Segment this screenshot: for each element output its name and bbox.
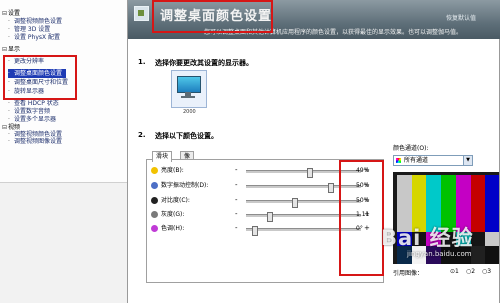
- step-1-number: 1.: [138, 58, 146, 66]
- display-settings-icon: [134, 6, 149, 21]
- slider-thumb[interactable]: [252, 226, 259, 236]
- slider-label: 色调(H):: [161, 225, 185, 232]
- monitor-base: [181, 96, 195, 98]
- baidu-watermark-url: jingyan.baidu.com: [407, 250, 472, 258]
- monitor-icon: [177, 76, 201, 93]
- decrease-button[interactable]: -: [235, 210, 238, 219]
- sidebar-item-label: 设置多个显示器: [14, 116, 57, 123]
- display-name: 2000: [183, 109, 196, 115]
- sidebar-item-label: 查看 HDCP 状态: [14, 100, 59, 107]
- sidebar-item-label: 设置 PhysX 配置: [14, 34, 61, 41]
- reference-option-1-label: 1: [455, 268, 459, 275]
- sidebar-item[interactable]: · 调整视频图像设置: [8, 137, 62, 146]
- sidebar-item-label: 调整视频图像设置: [14, 138, 63, 145]
- all-channels-icon: [396, 158, 401, 163]
- sidebar-empty-area: [0, 182, 127, 303]
- decrease-button[interactable]: -: [235, 166, 238, 175]
- reference-option-1[interactable]: ⊙1: [450, 268, 459, 275]
- tab-sliders[interactable]: 滑块: [152, 151, 173, 162]
- slider-label: 亮度(B):: [161, 167, 184, 174]
- color-channel-value: 所有通道: [404, 157, 429, 164]
- decrease-button[interactable]: -: [235, 181, 238, 190]
- contrast-icon: [151, 197, 158, 204]
- reference-option-2-label: 2: [471, 268, 476, 275]
- slider-label: 数字振动控制(D):: [161, 182, 209, 189]
- step-2-title: 选择以下颜色设置。: [155, 132, 218, 140]
- vibrance-icon: [151, 182, 158, 189]
- sidebar-item-label: 设置: [8, 10, 21, 17]
- restore-defaults-link[interactable]: 恢复默认值: [446, 13, 476, 22]
- chevron-down-icon[interactable]: ▼: [463, 156, 472, 165]
- decrease-button[interactable]: -: [235, 196, 238, 205]
- slider-thumb[interactable]: [267, 212, 273, 222]
- values-highlight-box: [339, 160, 384, 276]
- reference-image-label: 引用图像：: [393, 270, 424, 277]
- reference-option-3-label: 3: [487, 268, 492, 275]
- color-channel-label: 颜色通道(O):: [393, 145, 429, 152]
- sidebar-item-label: 管理 3D 设置: [14, 26, 51, 33]
- sidebar-item-label: 设置数字音频: [14, 108, 51, 115]
- step-2-number: 2.: [138, 131, 146, 139]
- brightness-icon: [151, 167, 158, 174]
- sidebar-highlight-box: [3, 55, 77, 100]
- sidebar-category[interactable]: ⊟显示: [2, 45, 20, 54]
- hue-icon: [151, 225, 158, 232]
- sidebar-item-label: 调整视频颜色设置: [14, 18, 63, 25]
- slider-label: 灰度(G):: [161, 211, 185, 218]
- sidebar-item-label: 显示: [8, 46, 21, 53]
- slider-thumb[interactable]: [307, 168, 314, 178]
- step-1-title: 选择你要更改其设置的显示器。: [155, 59, 253, 67]
- slider-thumb[interactable]: [327, 183, 334, 193]
- baidu-watermark: Bai 经验: [381, 226, 474, 250]
- color-channel-select[interactable]: 所有通道 ▼: [393, 155, 473, 166]
- title-highlight-box: [152, 0, 273, 33]
- gamma-icon: [151, 211, 158, 218]
- sidebar-item[interactable]: · 设置 PhysX 配置: [8, 33, 60, 42]
- decrease-button[interactable]: -: [235, 224, 238, 233]
- slider-label: 对比度(C):: [161, 197, 190, 204]
- reference-option-2[interactable]: ○2: [466, 268, 475, 275]
- reference-option-3[interactable]: ○3: [482, 268, 491, 275]
- navigation-sidebar: ⊟设置 · 调整视频颜色设置 · 管理 3D 设置 · 设置 PhysX 配置 ⊟显示 · 更改分…: [0, 0, 128, 303]
- slider-thumb[interactable]: [292, 198, 299, 208]
